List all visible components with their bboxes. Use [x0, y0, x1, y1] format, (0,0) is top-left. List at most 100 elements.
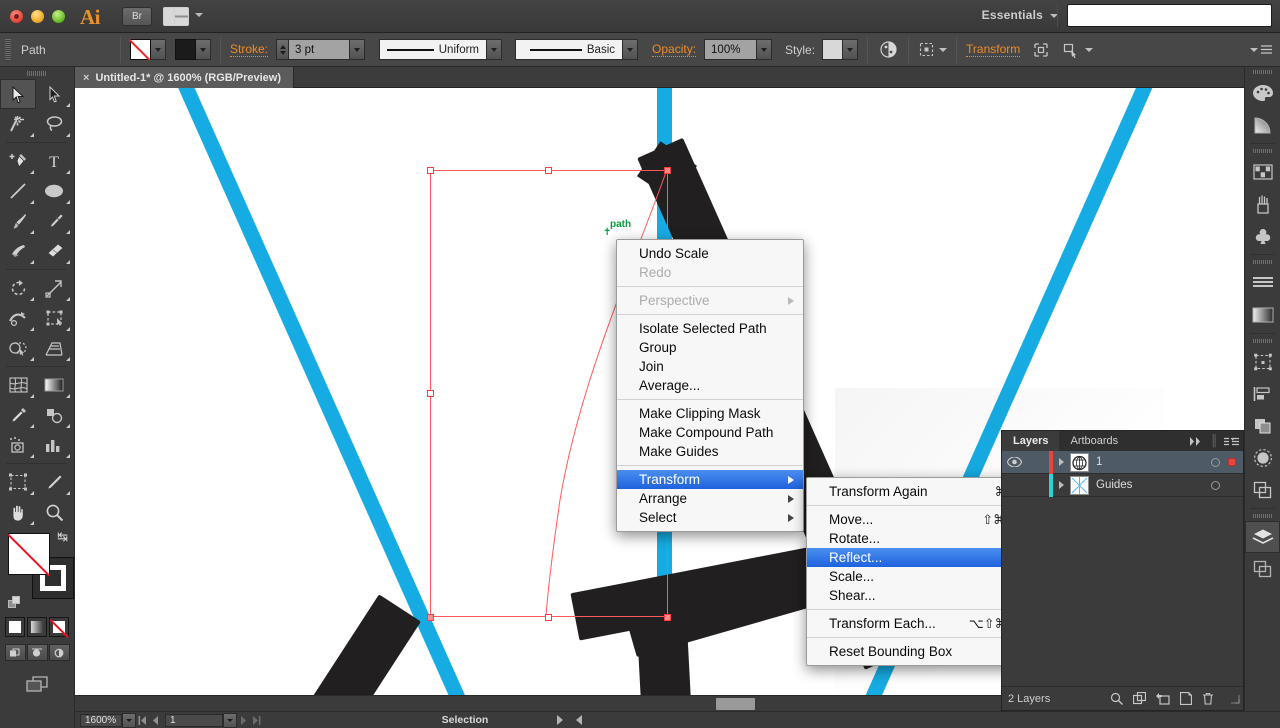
stroke-panel-icon[interactable] [1245, 267, 1280, 299]
brush-dropdown-icon[interactable] [623, 39, 639, 60]
shaper-tool[interactable] [0, 236, 36, 266]
control-bar-menu-icon[interactable] [1250, 44, 1272, 55]
gradient-panel-icon[interactable] [1245, 299, 1280, 331]
stroke-weight-input[interactable]: 3 pt [288, 39, 351, 60]
handle-bottom-center[interactable] [545, 614, 552, 621]
opacity-dropdown-icon[interactable] [757, 39, 773, 60]
zoom-level-input[interactable]: 1600% [80, 713, 122, 727]
make-sublayer-icon[interactable] [1133, 692, 1146, 705]
transform-submenu[interactable]: Transform Again⌘D Move...⇧⌘M Rotate... Refl… [806, 477, 1030, 666]
layers-panel[interactable]: Layers Artboards ║ 1 Guides 2 Layers [1001, 430, 1244, 711]
pen-tool[interactable] [0, 146, 36, 176]
none-fill-button[interactable] [49, 617, 69, 637]
panel-menu-icon[interactable] [1224, 437, 1239, 446]
align-panel-icon[interactable] [1245, 378, 1280, 410]
layers-list[interactable]: 1 Guides [1002, 450, 1243, 497]
menu-item-select[interactable]: Select [617, 508, 803, 527]
menu-item-make-guides[interactable]: Make Guides [617, 442, 803, 461]
chevron-down-icon[interactable] [195, 13, 203, 17]
handle-top-left[interactable] [427, 167, 434, 174]
tools-panel-grip[interactable] [0, 67, 74, 79]
isolate-control[interactable] [1062, 41, 1094, 59]
layers-panel-icon[interactable] [1245, 521, 1280, 553]
layer-row[interactable]: 1 [1002, 450, 1243, 474]
layer-row[interactable]: Guides [1002, 473, 1243, 497]
resize-grip-icon[interactable] [1230, 694, 1240, 704]
new-layer-icon[interactable] [1180, 692, 1192, 705]
expand-layer-icon[interactable] [1053, 458, 1070, 466]
menu-item-average[interactable]: Average... [617, 376, 803, 395]
opacity-label[interactable]: Opacity: [652, 42, 697, 57]
target-indicator-icon[interactable] [1211, 480, 1220, 490]
stroke-weight-control[interactable]: 3 pt [276, 39, 366, 60]
selection-indicator[interactable] [1228, 458, 1236, 466]
horizontal-scroll-thumb[interactable] [716, 698, 755, 710]
menu-item-group[interactable]: Group [617, 338, 803, 357]
artboard-tool[interactable] [0, 467, 36, 497]
paintbrush-tool[interactable] [0, 206, 36, 236]
shape-modes-icon[interactable] [1030, 39, 1052, 61]
type-tool[interactable]: T [36, 146, 72, 176]
target-indicator-icon[interactable] [1211, 457, 1220, 467]
close-icon[interactable]: × [83, 72, 89, 84]
free-transform-tool[interactable] [36, 303, 72, 333]
menu-item-rotate[interactable]: Rotate... [807, 529, 1029, 548]
dock-group-grip[interactable] [1245, 146, 1280, 156]
menu-item-join[interactable]: Join [617, 357, 803, 376]
scroll-left-button[interactable] [575, 715, 583, 725]
isolate-chevron-down-icon[interactable] [1085, 47, 1094, 52]
fill-swatch[interactable] [8, 533, 50, 575]
zoom-level-control[interactable]: 1600% [80, 712, 136, 728]
color-panel-icon[interactable] [1245, 77, 1280, 109]
dock-group-grip[interactable] [1245, 257, 1280, 267]
zoom-window-button[interactable] [52, 10, 65, 23]
menu-item-move[interactable]: Move... ⇧⌘M [807, 510, 1029, 529]
handle-bottom-right[interactable] [664, 614, 671, 621]
gradient-tool[interactable] [36, 370, 72, 400]
dock-group-grip[interactable] [1245, 336, 1280, 346]
zoom-tool[interactable] [36, 497, 72, 527]
blob-brush-tool[interactable] [36, 206, 72, 236]
column-graph-tool[interactable] [36, 430, 72, 460]
lasso-tool[interactable] [36, 109, 72, 139]
mesh-tool[interactable] [0, 370, 36, 400]
align-chevron-down-icon[interactable] [939, 47, 948, 52]
swatches-panel-icon[interactable] [1245, 156, 1280, 188]
dock-group-grip[interactable] [1245, 511, 1280, 521]
swap-fill-stroke-icon[interactable]: ↹ [57, 529, 68, 545]
tab-artboards[interactable]: Artboards [1059, 431, 1129, 451]
handle-bottom-left[interactable] [427, 614, 434, 621]
handle-middle-left[interactable] [427, 390, 434, 397]
menu-item-scale[interactable]: Scale... [807, 567, 1029, 586]
stroke-color-swatch[interactable] [130, 39, 151, 60]
rotate-tool[interactable] [0, 273, 36, 303]
eraser-tool[interactable] [36, 236, 72, 266]
appearance-panel-icon[interactable] [1245, 474, 1280, 506]
brush-value[interactable]: Basic [515, 39, 624, 60]
artboard-number-input[interactable]: 1 [165, 713, 223, 727]
menu-item-make-clipping-mask[interactable]: Make Clipping Mask [617, 404, 803, 423]
artboards-panel-icon[interactable] [1245, 553, 1280, 585]
align-control[interactable] [918, 41, 948, 58]
first-artboard-button[interactable] [136, 713, 149, 728]
handle-top-right[interactable] [664, 167, 671, 174]
menu-item-transform[interactable]: Transform [617, 470, 803, 489]
stroke-weight-preset-control[interactable] [175, 39, 211, 60]
layer-name[interactable]: 1 [1096, 456, 1211, 468]
pathfinder-panel-icon[interactable] [1245, 410, 1280, 442]
dock-grip[interactable] [1245, 67, 1280, 77]
workspace-switcher[interactable]: Essentials [982, 8, 1043, 22]
previous-artboard-button[interactable] [149, 713, 162, 728]
release-to-layers-icon[interactable] [1156, 692, 1170, 705]
bridge-button[interactable]: Br [122, 7, 152, 26]
gradient-fill-button[interactable] [27, 617, 47, 637]
draw-inside-button[interactable] [48, 644, 70, 661]
stroke-weight-dropdown-icon[interactable] [350, 39, 366, 60]
shape-builder-tool[interactable] [0, 333, 36, 363]
menu-item-reset-bounding-box[interactable]: Reset Bounding Box [807, 642, 1029, 661]
delete-layer-icon[interactable] [1202, 692, 1214, 705]
symbols-panel-icon[interactable] [1245, 220, 1280, 252]
menu-item-arrange[interactable]: Arrange [617, 489, 803, 508]
minimize-window-button[interactable] [31, 10, 44, 23]
perspective-grid-tool[interactable] [36, 333, 72, 363]
